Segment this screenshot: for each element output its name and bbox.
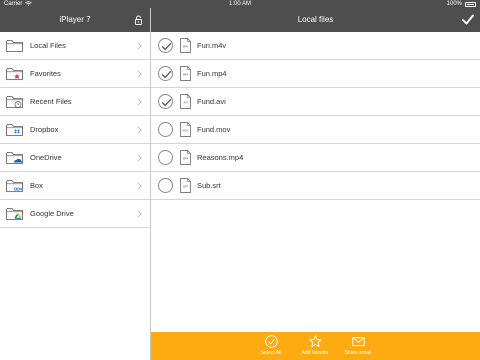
sidebar-item-dropbox[interactable]: Dropbox [0, 116, 150, 144]
file-list: M4V Fun.m4v MP4 Fun.mp4 AVI Fund.avi MOV Fund.m… [151, 32, 480, 200]
lock-icon[interactable] [135, 15, 142, 25]
box-folder-icon [6, 180, 23, 192]
content-header: Local files [151, 8, 480, 32]
clock: 1:00 AM [228, 1, 251, 7]
checkmark-circle-icon [264, 335, 278, 348]
sidebar-item-label: Favorites [30, 69, 61, 78]
file-document-icon: MP4 [180, 150, 191, 165]
file-name: Reasons.mp4 [197, 153, 244, 162]
sidebar-item-label: Google Drive [30, 209, 74, 218]
file-extension-label: SRT [183, 185, 189, 189]
google-drive-folder-icon [6, 208, 23, 220]
unchecked-circle-icon[interactable] [158, 178, 173, 193]
file-extension-label: MP4 [183, 157, 189, 161]
checked-circle-icon[interactable] [158, 38, 173, 53]
select-all-label: Select All [260, 350, 282, 356]
chevron-right-icon [137, 42, 142, 50]
file-extension-label: AVI [184, 101, 188, 105]
sidebar-item-google-drive[interactable]: Google Drive [0, 200, 150, 228]
file-row[interactable]: M4V Fun.m4v [151, 32, 480, 60]
share-email-label: Share email [344, 350, 372, 356]
sidebar-item-label: OneDrive [30, 153, 62, 162]
checked-circle-icon[interactable] [158, 66, 173, 81]
star-icon [308, 335, 322, 348]
file-name: Sub.srt [197, 181, 221, 190]
status-bar: Carrier 1:00 AM 100% [0, 0, 480, 8]
sidebar-item-favorites[interactable]: Favorites [0, 60, 150, 88]
sidebar-item-label: Box [30, 181, 43, 190]
battery-icon [465, 2, 476, 7]
unchecked-circle-icon[interactable] [158, 122, 173, 137]
sidebar-item-recent-files[interactable]: Recent Files [0, 88, 150, 116]
add-favorite-label: Add favorite [301, 350, 329, 356]
chevron-right-icon [137, 210, 142, 218]
chevron-right-icon [137, 98, 142, 106]
sidebar-item-label: Dropbox [30, 125, 59, 134]
mail-icon [351, 337, 365, 347]
app-title: iPlayer 7 [59, 15, 91, 24]
dropbox-folder-icon [6, 124, 23, 136]
file-row[interactable]: AVI Fund.avi [151, 88, 480, 116]
sidebar-item-local-files[interactable]: Local Files [0, 32, 150, 60]
select-all-button[interactable]: Select All [251, 335, 291, 356]
file-document-icon: M4V [180, 38, 191, 53]
onedrive-folder-icon [6, 152, 23, 164]
sidebar-header: iPlayer 7 [0, 8, 150, 32]
file-row[interactable]: MP4 Reasons.mp4 [151, 144, 480, 172]
sidebar: Local Files Favorites Recent Files Dropb… [0, 32, 150, 228]
file-extension-label: MP4 [183, 73, 189, 77]
battery-percent: 100% [446, 1, 462, 7]
file-row[interactable]: SRT Sub.srt [151, 172, 480, 200]
file-name: Fun.mp4 [197, 69, 227, 78]
file-name: Fund.mov [197, 125, 231, 134]
sidebar-item-label: Recent Files [30, 97, 72, 106]
add-favorite-button[interactable]: Add favorite [295, 335, 335, 356]
file-row[interactable]: MP4 Fun.mp4 [151, 60, 480, 88]
file-name: Fun.m4v [197, 41, 227, 50]
file-name: Fund.avi [197, 97, 226, 106]
bottom-toolbar: Select All Add favorite Share email [151, 332, 480, 360]
chevron-right-icon [137, 70, 142, 78]
file-extension-label: MOV [183, 129, 189, 133]
sidebar-item-onedrive[interactable]: OneDrive [0, 144, 150, 172]
sidebar-item-label: Local Files [30, 41, 66, 50]
file-document-icon: SRT [180, 178, 191, 193]
file-document-icon: MOV [180, 122, 191, 137]
folder-icon [6, 40, 23, 52]
chevron-right-icon [137, 154, 142, 162]
unchecked-circle-icon[interactable] [158, 150, 173, 165]
done-checkmark-icon[interactable] [462, 14, 474, 25]
file-row[interactable]: MOV Fund.mov [151, 116, 480, 144]
checked-circle-icon[interactable] [158, 94, 173, 109]
chevron-right-icon [137, 182, 142, 190]
share-email-button[interactable]: Share email [338, 335, 378, 356]
file-document-icon: MP4 [180, 66, 191, 81]
file-document-icon: AVI [180, 94, 191, 109]
favorites-folder-icon [6, 68, 23, 80]
page-title: Local files [297, 15, 334, 24]
recent-folder-icon [6, 96, 23, 108]
file-extension-label: M4V [183, 45, 189, 49]
chevron-right-icon [137, 126, 142, 134]
sidebar-item-box[interactable]: Box [0, 172, 150, 200]
